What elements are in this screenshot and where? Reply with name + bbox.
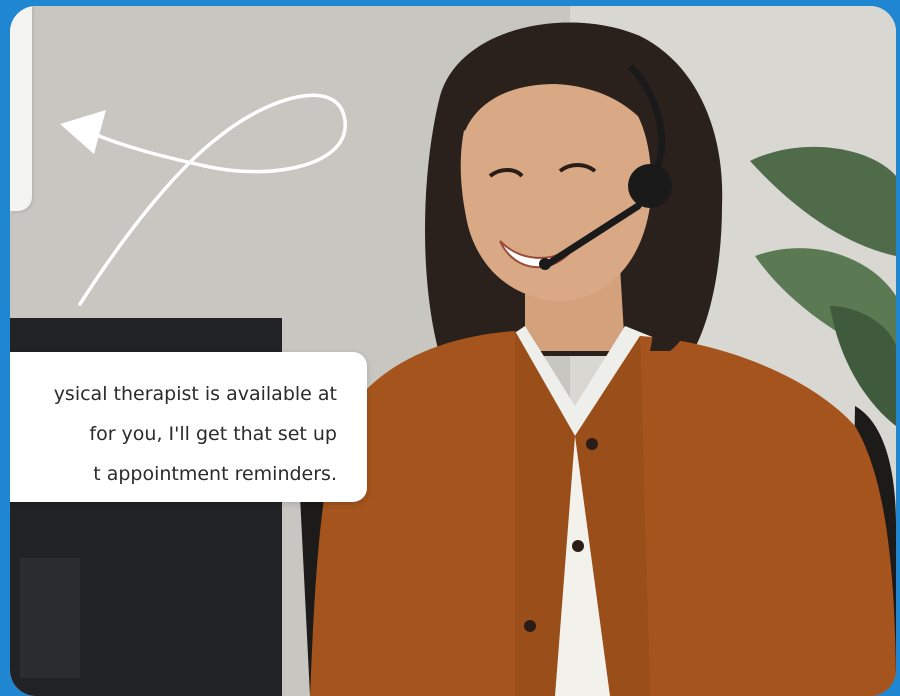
blue-frame: ysical therapist is available at for you… xyxy=(0,0,900,696)
hand-drawn-loop-arrow-icon xyxy=(60,93,347,306)
chat-line-3: t appointment reminders. xyxy=(93,463,337,485)
chat-bubble-text: ysical therapist is available at for you… xyxy=(10,374,337,494)
monitor-stand xyxy=(20,558,80,678)
photo-call-center-agent: ysical therapist is available at for you… xyxy=(10,6,896,696)
chat-bubble: ysical therapist is available at for you… xyxy=(10,352,367,502)
chat-line-1: ysical therapist is available at xyxy=(53,383,337,405)
chat-line-2: for you, I'll get that set up xyxy=(89,423,337,445)
